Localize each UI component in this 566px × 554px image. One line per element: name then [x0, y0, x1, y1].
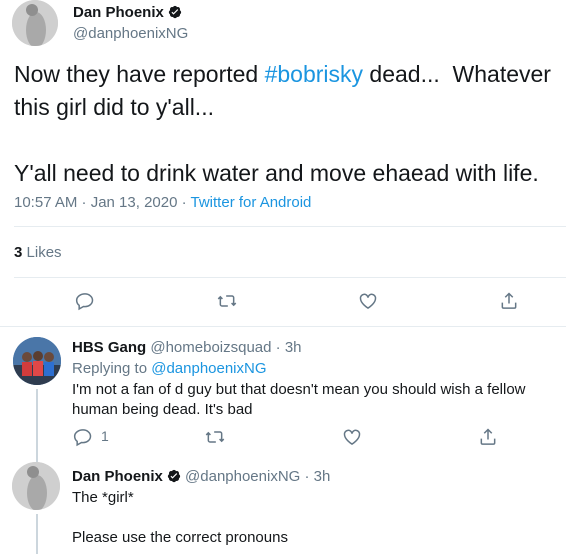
reply-icon[interactable] [72, 426, 94, 448]
like-icon[interactable] [357, 290, 379, 312]
thread-line [36, 514, 38, 554]
avatar[interactable] [12, 0, 58, 46]
reply-header: HBS Gang @homeboizsquad · 3h [72, 339, 302, 356]
retweet-icon[interactable] [216, 290, 238, 312]
reply-count: 1 [101, 428, 109, 444]
tweet-text-start: Now they have reported [14, 61, 265, 87]
handle-time[interactable]: @danphoenixNG · 3h [185, 468, 330, 485]
source-link[interactable]: Twitter for Android [191, 194, 312, 211]
reply-tweet[interactable]: Dan Phoenix @danphoenixNG · 3h The *girl… [0, 458, 566, 554]
avatar[interactable] [13, 337, 61, 385]
tweet-actions [0, 288, 566, 316]
main-tweet: Dan Phoenix @danphoenixNG Now they have … [0, 0, 566, 330]
likes-number: 3 [14, 244, 23, 261]
divider [14, 226, 566, 227]
handle: @danphoenixNG [73, 25, 189, 42]
hashtag-link[interactable]: #bobrisky [265, 61, 363, 87]
replying-to: Replying to @danphoenixNG [72, 360, 267, 377]
share-icon[interactable] [477, 426, 499, 448]
display-name[interactable]: HBS Gang [72, 339, 146, 356]
mention-link[interactable]: @danphoenixNG [151, 360, 266, 377]
reply-text: The *girl* Please use the correct pronou… [72, 489, 288, 546]
handle-time[interactable]: @homeboizsquad · 3h [150, 339, 301, 356]
reply-tweet[interactable]: HBS Gang @homeboizsquad · 3h Replying to… [0, 327, 566, 458]
retweet-icon[interactable] [204, 426, 226, 448]
like-icon[interactable] [341, 426, 363, 448]
author-block[interactable]: Dan Phoenix @danphoenixNG [73, 4, 188, 42]
tweet-meta: 10:57 AM · Jan 13, 2020 · Twitter for An… [14, 194, 311, 211]
likes-count[interactable]: 3 Likes [14, 244, 62, 261]
divider [14, 277, 566, 278]
avatar-image [12, 462, 60, 510]
reply-icon[interactable] [74, 290, 96, 312]
verified-icon [167, 469, 181, 483]
avatar-image [13, 337, 61, 385]
reply-text: I'm not a fan of d guy but that doesn't … [72, 381, 530, 418]
verified-icon [168, 5, 182, 19]
replying-prefix: Replying to [72, 360, 152, 377]
avatar[interactable] [12, 462, 60, 510]
reply-header: Dan Phoenix @danphoenixNG · 3h [72, 468, 330, 485]
display-name[interactable]: Dan Phoenix [73, 4, 164, 21]
tweet-text: Now they have reported #bobrisky dead...… [14, 58, 559, 190]
avatar-image [12, 0, 58, 46]
display-name[interactable]: Dan Phoenix [72, 468, 163, 485]
likes-label: Likes [26, 244, 62, 261]
share-icon[interactable] [498, 290, 520, 312]
timestamp[interactable]: 10:57 AM · Jan 13, 2020 · [14, 194, 191, 211]
thread-line [36, 389, 38, 458]
